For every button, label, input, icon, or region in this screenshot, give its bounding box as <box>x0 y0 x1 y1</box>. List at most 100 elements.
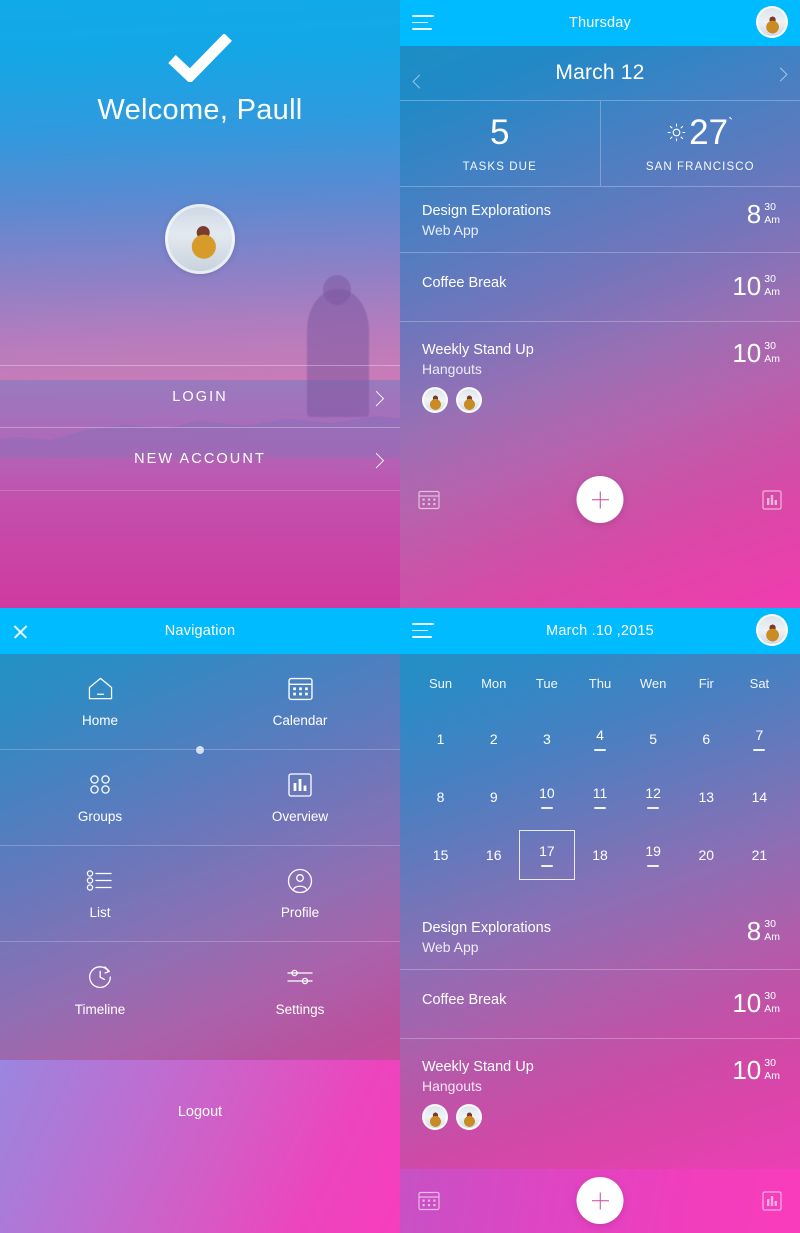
sidebar-item-overview[interactable]: Overview <box>200 750 400 845</box>
event-minutes: 30 <box>764 273 776 285</box>
sidebar-item-calendar[interactable]: Calendar <box>200 654 400 749</box>
chevron-left-icon[interactable] <box>412 74 427 89</box>
dashboard-screen: Thursday March 12 5 TASKS DUE 27 ` SAN F… <box>400 0 800 608</box>
event-title: Weekly Stand Up <box>422 1059 534 1075</box>
navigation-appbar: Navigation <box>0 608 400 654</box>
calendar-icon[interactable] <box>418 490 440 510</box>
avatar[interactable] <box>756 6 788 38</box>
calendar-day[interactable]: 2 <box>467 717 520 761</box>
welcome-background <box>0 0 400 608</box>
add-button[interactable] <box>576 1177 624 1224</box>
calendar-day[interactable]: 21 <box>733 833 786 877</box>
event-indicator <box>593 807 606 809</box>
day-number: 9 <box>489 789 498 805</box>
event-time: 10 30 Am <box>732 990 780 1016</box>
event-title: Coffee Break <box>422 992 507 1008</box>
day-number: 20 <box>698 847 715 863</box>
new-account-label: NEW ACCOUNT <box>134 451 266 467</box>
sidebar-item-list[interactable]: List <box>0 846 200 941</box>
event-indicator <box>647 865 660 867</box>
avatar[interactable] <box>422 1104 448 1130</box>
calendar-day[interactable]: 16 <box>467 833 520 877</box>
calendar-day[interactable]: 3 <box>520 717 573 761</box>
calendar-day[interactable]: 11 <box>573 775 626 819</box>
calendar-week-row: 15 16 17 18 19 20 21 <box>414 830 786 880</box>
avatar[interactable] <box>422 387 448 413</box>
calendar-day-selected[interactable]: 17 <box>518 830 575 880</box>
event-indicator <box>593 749 606 751</box>
calendar-day[interactable]: 12 <box>627 775 680 819</box>
day-number: 7 <box>755 727 764 744</box>
appbar-title: March .10 ,2015 <box>546 623 654 639</box>
selection-box <box>518 830 575 880</box>
avatar[interactable] <box>456 387 482 413</box>
event-item[interactable]: Weekly Stand Up Hangouts 10 30 Am <box>400 322 800 427</box>
calendar-day[interactable]: 1 <box>414 717 467 761</box>
logout-button[interactable]: Logout <box>0 1060 400 1233</box>
sidebar-item-groups[interactable]: Groups <box>0 750 200 845</box>
calendar-day[interactable]: 5 <box>627 717 680 761</box>
chart-bars-icon[interactable] <box>762 490 782 510</box>
calendar-day[interactable]: 9 <box>467 775 520 819</box>
sidebar-item-label: Groups <box>77 809 123 824</box>
avatar[interactable] <box>756 614 788 646</box>
calendar-day[interactable]: 20 <box>680 833 733 877</box>
navigation-menu: Home Calendar Groups Overview List Profi… <box>0 654 400 1038</box>
calendar-icon <box>287 675 313 702</box>
calendar-appbar: March .10 ,2015 <box>400 608 800 654</box>
dashboard-action-bar <box>400 468 800 608</box>
event-item[interactable]: Design Explorations Web App 8 30 Am <box>400 904 800 970</box>
calendar-day[interactable]: 19 <box>627 833 680 877</box>
calendar-day[interactable]: 13 <box>680 775 733 819</box>
stat-tasks-due[interactable]: 5 TASKS DUE <box>400 101 600 186</box>
add-button[interactable] <box>576 476 624 523</box>
calendar-icon[interactable] <box>418 1191 440 1211</box>
calendar-day[interactable]: 7 <box>733 717 786 761</box>
sidebar-item-label: Overview <box>271 809 329 824</box>
day-number: 5 <box>649 731 658 747</box>
stat-weather[interactable]: 27 ` SAN FRANCISCO <box>599 101 800 186</box>
calendar-day[interactable]: 4 <box>573 717 626 761</box>
day-number: 4 <box>596 727 604 744</box>
calendar-day[interactable]: 14 <box>733 775 786 819</box>
event-subtitle: Hangouts <box>422 1078 482 1094</box>
stats-row: 5 TASKS DUE 27 ` SAN FRANCISCO <box>400 101 800 187</box>
calendar-screen: March .10 ,2015 Sun Mon Tue Thu Wen Fir … <box>400 608 800 1233</box>
day-number: 12 <box>645 785 661 802</box>
weekday-label: Sat <box>749 676 770 691</box>
sidebar-item-home[interactable]: Home <box>0 654 200 749</box>
event-minutes: 30 <box>764 918 776 930</box>
event-hour: 8 <box>746 916 762 946</box>
sidebar-item-profile[interactable]: Profile <box>200 846 400 941</box>
calendar-day[interactable]: 15 <box>414 833 467 877</box>
event-item[interactable]: Design Explorations Web App 8 30 Am <box>400 187 800 253</box>
event-item[interactable]: Coffee Break 10 30 Am <box>400 970 800 1039</box>
calendar-day[interactable]: 8 <box>414 775 467 819</box>
day-number: 10 <box>539 785 555 802</box>
chart-bars-icon[interactable] <box>762 1191 782 1211</box>
calendar-day[interactable]: 6 <box>680 717 733 761</box>
calendar-week-row: 8 9 10 11 12 13 14 <box>414 775 786 819</box>
event-hour: 10 <box>732 1055 762 1085</box>
day-number: 19 <box>645 843 661 860</box>
new-account-button[interactable]: NEW ACCOUNT <box>0 428 400 491</box>
login-button[interactable]: LOGIN <box>0 365 400 428</box>
event-item[interactable]: Coffee Break 10 30 Am <box>400 253 800 322</box>
day-number: 8 <box>436 789 445 805</box>
calendar-day[interactable]: 18 <box>573 833 626 877</box>
date-navigator: March 12 <box>400 46 800 101</box>
calendar-day[interactable]: 10 <box>520 775 573 819</box>
weekday-label: Thu <box>588 676 612 691</box>
event-item[interactable]: Weekly Stand Up Hangouts 10 30 Am <box>400 1039 800 1144</box>
calendar-grid: Sun Mon Tue Thu Wen Fir Sat 1 2 3 4 5 6 … <box>400 654 800 880</box>
avatar[interactable] <box>456 1104 482 1130</box>
sliders-icon <box>286 964 314 991</box>
event-time: 10 30 Am <box>732 1057 780 1083</box>
chevron-right-icon[interactable] <box>773 67 788 82</box>
sidebar-item-settings[interactable]: Settings <box>200 942 400 1038</box>
day-number: 2 <box>489 731 498 747</box>
weekday-label: Tue <box>535 676 558 691</box>
sidebar-item-timeline[interactable]: Timeline <box>0 942 200 1038</box>
sidebar-item-label: Settings <box>275 1001 325 1017</box>
tasks-due-value: 5 <box>490 112 510 152</box>
